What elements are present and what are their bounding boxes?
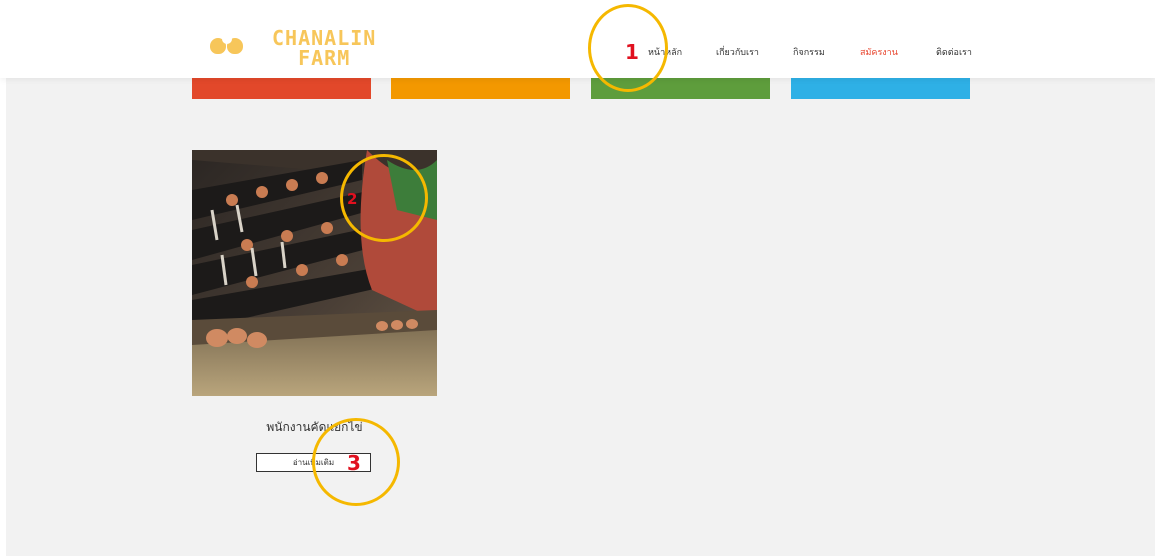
site-logo[interactable]: CHANALIN FARM — [210, 28, 376, 68]
annotation-number-1: 1 — [625, 40, 639, 64]
category-bar-blue[interactable] — [791, 78, 970, 99]
category-bar-orange[interactable] — [391, 78, 570, 99]
logo-line-1: CHANALIN — [272, 26, 377, 50]
annotation-number-3: 3 — [347, 451, 361, 475]
egg-logo-icon — [210, 34, 244, 58]
job-card-title[interactable]: พนักงานคัดแยกไข่ — [192, 418, 437, 437]
category-bar-red[interactable] — [192, 78, 371, 99]
nav-item-activities[interactable]: กิจกรรม — [793, 45, 825, 59]
main-content: พนักงานคัดแยกไข่ อ่านเพิ่มเติม — [6, 78, 1155, 556]
nav-item-about[interactable]: เกี่ยวกับเรา — [716, 45, 759, 59]
nav-item-contact[interactable]: ติดต่อเรา — [936, 45, 972, 59]
logo-text: CHANALIN FARM — [272, 28, 376, 68]
nav-item-jobs[interactable]: สมัครงาน — [860, 45, 898, 59]
site-header: CHANALIN FARM หน้าหลัก เกี่ยวกับเรา กิจก… — [0, 0, 1155, 78]
annotation-number-2: 2 — [347, 190, 358, 208]
logo-line-2: FARM — [298, 46, 351, 70]
